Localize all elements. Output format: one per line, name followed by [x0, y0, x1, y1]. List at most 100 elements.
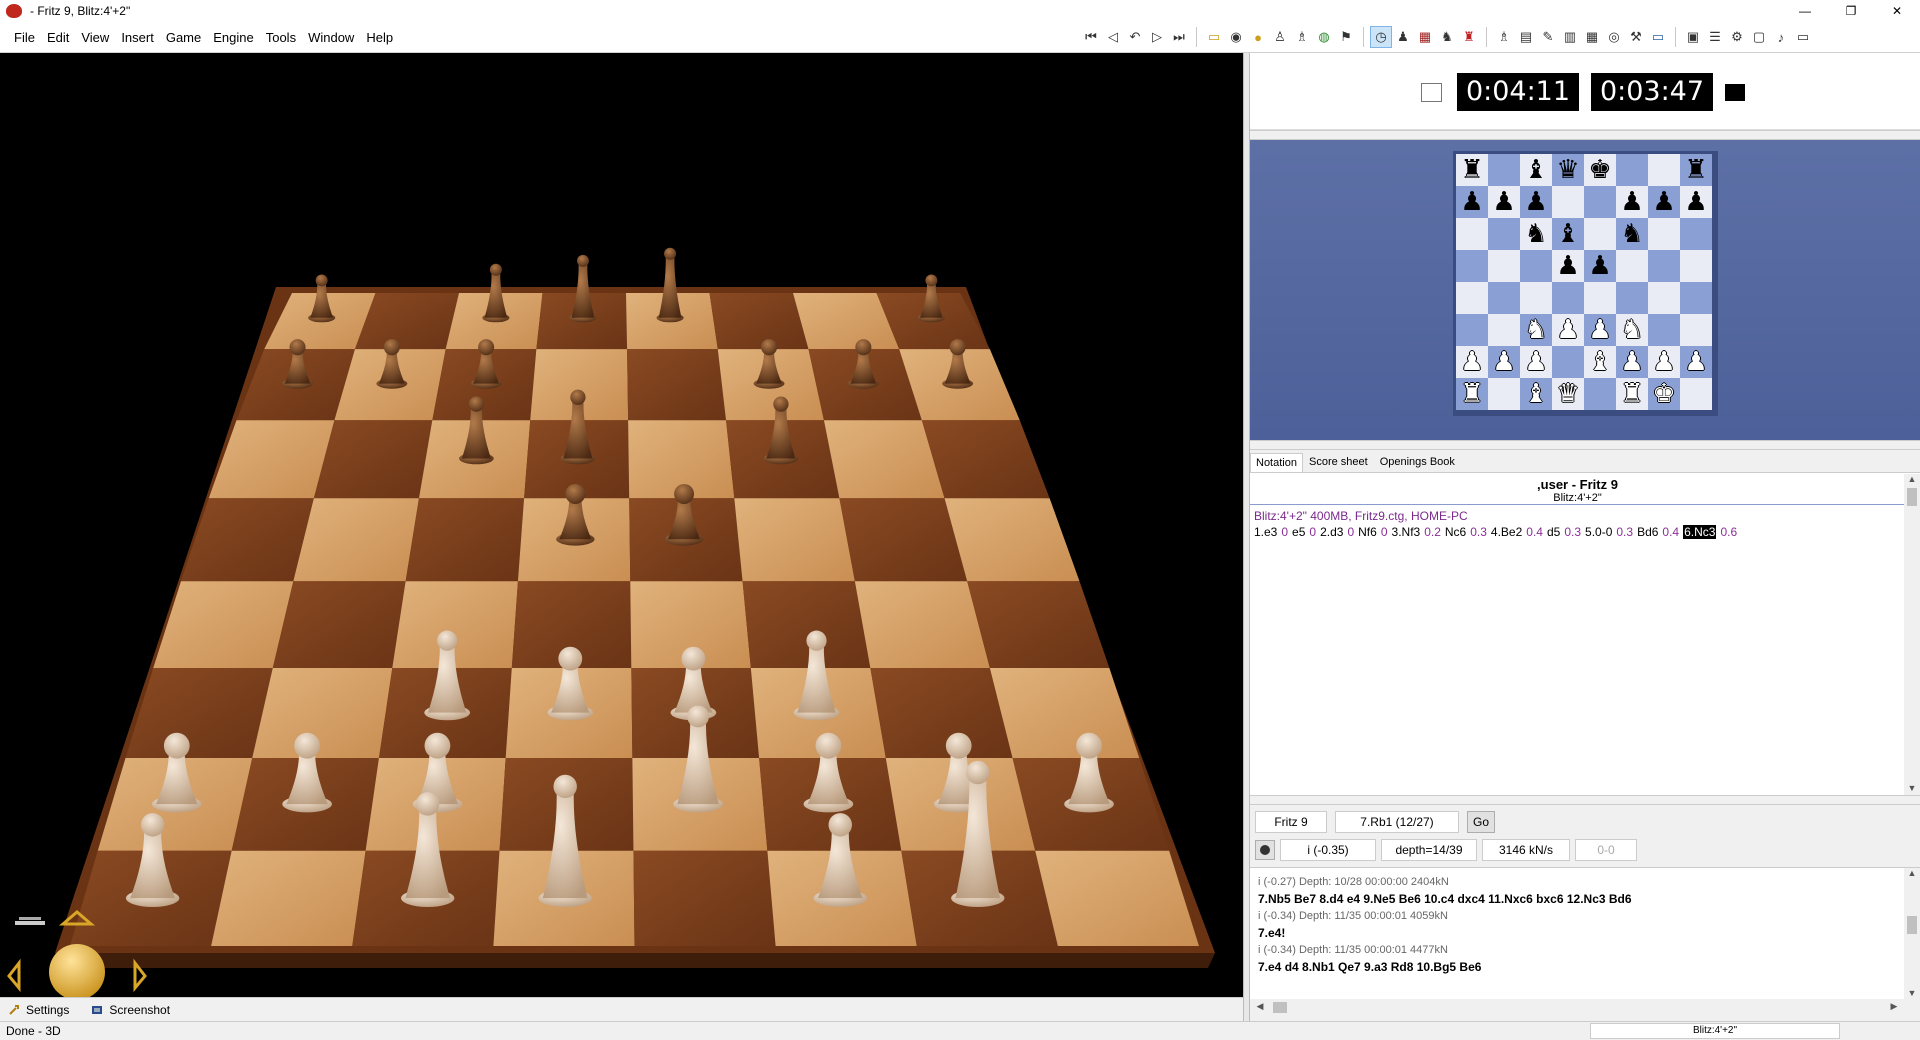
- board-square[interactable]: [1456, 250, 1488, 282]
- explorer-icon[interactable]: ◎: [1603, 26, 1625, 48]
- board-square-3d[interactable]: [405, 498, 525, 582]
- board-square[interactable]: ♟: [1456, 186, 1488, 218]
- menu-file[interactable]: File: [8, 30, 41, 45]
- board-square-3d[interactable]: [252, 668, 393, 759]
- 3d-board-svg[interactable]: [0, 53, 1243, 997]
- engine-stop-button[interactable]: [1255, 840, 1275, 860]
- board-square[interactable]: [1616, 282, 1648, 314]
- layout-icon[interactable]: ☰: [1704, 26, 1726, 48]
- white-knight-icon[interactable]: ♞: [1620, 314, 1643, 346]
- board-square[interactable]: [1520, 250, 1552, 282]
- board-square[interactable]: ♟: [1616, 186, 1648, 218]
- board-square[interactable]: [1680, 218, 1712, 250]
- book-icon[interactable]: ▤: [1515, 26, 1537, 48]
- board-square[interactable]: ♟: [1616, 346, 1648, 378]
- board-square[interactable]: [1488, 378, 1520, 410]
- board-square[interactable]: ♟: [1520, 346, 1552, 378]
- board-square[interactable]: ♟: [1552, 314, 1584, 346]
- board-square[interactable]: [1456, 314, 1488, 346]
- white-king-icon[interactable]: ♚: [1652, 378, 1675, 410]
- take-back-icon[interactable]: ↶: [1124, 26, 1146, 48]
- board-square[interactable]: ♟: [1552, 250, 1584, 282]
- black-pawn-icon[interactable]: ♟: [1588, 250, 1611, 282]
- move[interactable]: 1.e3: [1254, 525, 1277, 539]
- notation-scrollbar[interactable]: ▲ ▼: [1904, 474, 1920, 795]
- engine-scrollbar[interactable]: ▲ ▼: [1904, 868, 1920, 1000]
- board-square[interactable]: ♞: [1616, 314, 1648, 346]
- dialog-icon[interactable]: ▢: [1748, 26, 1770, 48]
- menu-tools[interactable]: Tools: [260, 30, 302, 45]
- forward-icon[interactable]: ▷: [1146, 26, 1168, 48]
- board-square-3d[interactable]: [627, 349, 727, 421]
- board-square-3d[interactable]: [742, 581, 871, 669]
- black-pawn-icon[interactable]: ♟: [1556, 250, 1579, 282]
- settings-icon[interactable]: ⚙: [1726, 26, 1748, 48]
- chat-icon[interactable]: ▭: [1647, 26, 1669, 48]
- black-knight-icon[interactable]: ♞: [1524, 218, 1547, 250]
- white-pawn-icon[interactable]: ♟: [1588, 314, 1611, 346]
- globe-icon[interactable]: ◍: [1313, 26, 1335, 48]
- board-square[interactable]: ♟: [1680, 186, 1712, 218]
- rotate-right-arrow-icon[interactable]: [133, 958, 147, 993]
- sound-icon[interactable]: ♪: [1770, 26, 1792, 48]
- board-square[interactable]: ♟: [1488, 346, 1520, 378]
- engine-icon[interactable]: ●: [1247, 26, 1269, 48]
- board-square[interactable]: [1552, 346, 1584, 378]
- white-pawn-icon[interactable]: ♟: [1652, 346, 1675, 378]
- 2d-board[interactable]: ♜ ♝ ♛ ♚ ♜ ♟ ♟ ♟ ♟ ♟ ♟ ♞ ♝ ♞ ♟ ♟ ♞ ♟ ♟ ♞ ♟ ♟ ♟ ♝ ♟ ♟ ♟ ♜ ♝ ♛ ♜ ♚: [1453, 151, 1718, 416]
- move[interactable]: 4.Be2: [1491, 525, 1522, 539]
- white-bishop-icon[interactable]: ♝: [1524, 378, 1547, 410]
- board-square[interactable]: [1648, 218, 1680, 250]
- trainer-icon[interactable]: ♗: [1291, 26, 1313, 48]
- move[interactable]: Nc6: [1445, 525, 1466, 539]
- board-square[interactable]: ♚: [1648, 378, 1680, 410]
- board-square-3d[interactable]: [208, 420, 335, 499]
- minimize-button[interactable]: —: [1782, 0, 1828, 22]
- monster-icon[interactable]: ♜: [1458, 26, 1480, 48]
- 3d-board-view[interactable]: [0, 53, 1243, 997]
- analysis-icon[interactable]: ♙: [1269, 26, 1291, 48]
- board-square-3d[interactable]: [989, 668, 1140, 759]
- white-pawn-icon[interactable]: ♟: [1524, 346, 1547, 378]
- board-square-3d[interactable]: [293, 498, 419, 582]
- close-button[interactable]: ✕: [1874, 0, 1920, 22]
- board-square-3d[interactable]: [944, 498, 1080, 582]
- board-square[interactable]: [1584, 378, 1616, 410]
- engine-name[interactable]: Fritz 9: [1255, 811, 1327, 833]
- move[interactable]: e5: [1292, 525, 1305, 539]
- white-pawn-icon[interactable]: ♟: [1684, 346, 1707, 378]
- zoom-icon[interactable]: [15, 917, 45, 925]
- board-square[interactable]: ♟: [1520, 186, 1552, 218]
- tools-icon[interactable]: ⚒: [1625, 26, 1647, 48]
- board-square-3d[interactable]: [967, 581, 1110, 669]
- board-square[interactable]: [1616, 154, 1648, 186]
- menu-engine[interactable]: Engine: [207, 30, 259, 45]
- board-square-3d[interactable]: [870, 668, 1013, 759]
- engine-line-pv[interactable]: 7.e4 d4 8.Nb1 Qe7 9.a3 Rd8 10.Bg5 Be6: [1258, 959, 1898, 976]
- black-pawn-icon[interactable]: ♟: [1684, 186, 1707, 218]
- hscroll-thumb[interactable]: [1273, 1002, 1287, 1013]
- black-pawn-icon[interactable]: ♟: [1460, 186, 1483, 218]
- board-square[interactable]: ♟: [1584, 250, 1616, 282]
- scroll-left-icon[interactable]: ◀: [1252, 1001, 1268, 1013]
- scroll-right-icon[interactable]: ▶: [1886, 1001, 1902, 1013]
- black-pawn-icon[interactable]: ♟: [1524, 186, 1547, 218]
- scroll-up-icon[interactable]: ▲: [1904, 474, 1920, 486]
- board-square[interactable]: ♜: [1680, 154, 1712, 186]
- white-pawn-icon[interactable]: ♟: [1460, 346, 1483, 378]
- new-game-icon[interactable]: ◉: [1225, 26, 1247, 48]
- move[interactable]: 2.d3: [1320, 525, 1343, 539]
- board-square[interactable]: ♝: [1520, 154, 1552, 186]
- black-queen-icon[interactable]: ♛: [1556, 154, 1579, 186]
- move[interactable]: 5.0-0: [1585, 525, 1612, 539]
- board-square-3d[interactable]: [854, 581, 990, 669]
- board-square[interactable]: ♟: [1648, 346, 1680, 378]
- board-square[interactable]: ♟: [1680, 346, 1712, 378]
- annotate-icon[interactable]: ✎: [1537, 26, 1559, 48]
- pane-divider[interactable]: [1250, 440, 1920, 450]
- black-rook-icon[interactable]: ♜: [1684, 154, 1707, 186]
- board-square[interactable]: [1520, 282, 1552, 314]
- board-square[interactable]: ♝: [1520, 378, 1552, 410]
- board-square-3d[interactable]: [392, 581, 518, 669]
- scroll-up-icon[interactable]: ▲: [1904, 868, 1920, 880]
